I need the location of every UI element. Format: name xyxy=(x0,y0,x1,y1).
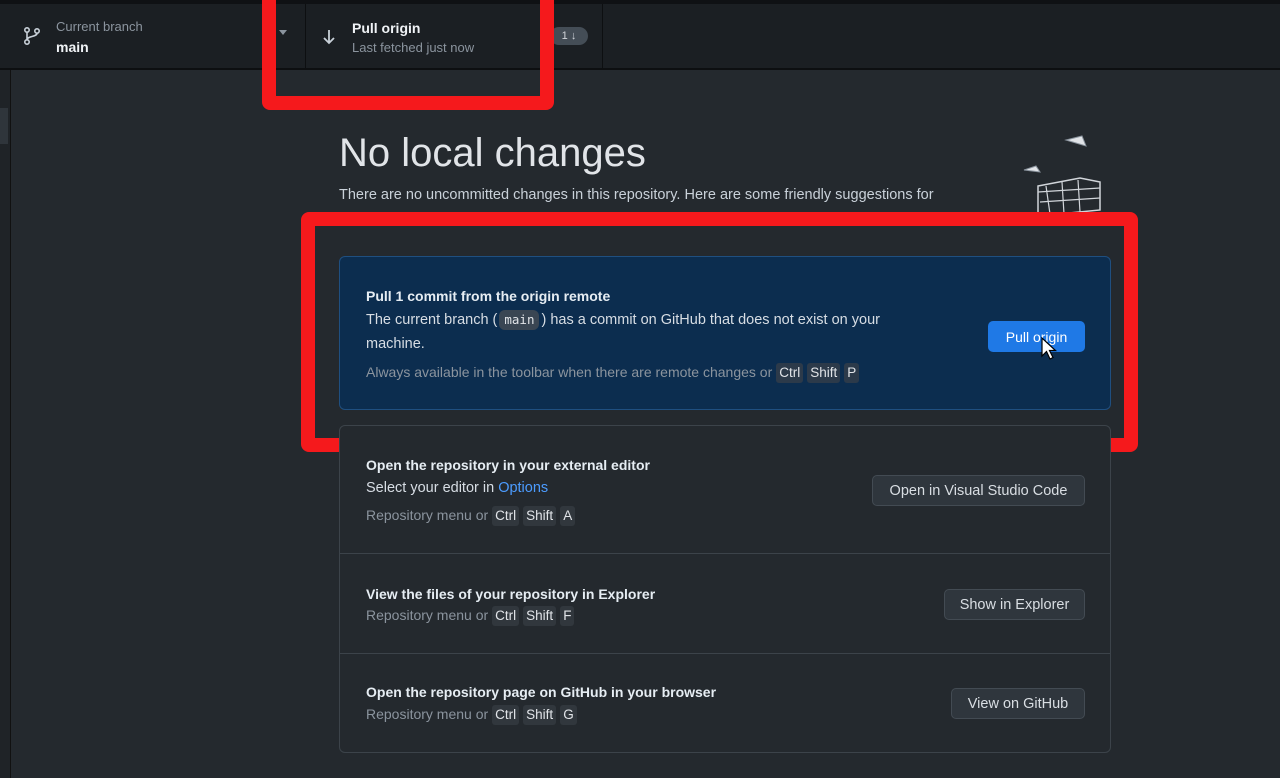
list-item: Open the repository in your external edi… xyxy=(340,426,1110,554)
pull-origin-button[interactable]: Pull origin xyxy=(988,321,1085,352)
open-in-editor-button[interactable]: Open in Visual Studio Code xyxy=(872,475,1085,506)
shortcut-key: P xyxy=(844,363,860,383)
action-title: Open the repository in your external edi… xyxy=(366,457,650,473)
hint-text: Repository menu or xyxy=(366,507,489,523)
view-on-github-button[interactable]: View on GitHub xyxy=(951,688,1085,719)
pull-suggestion-panel: Pull 1 commit from the origin remote The… xyxy=(339,256,1111,410)
action-description: Select your editor in Options xyxy=(366,476,548,500)
sidebar-edge xyxy=(0,70,11,778)
branch-icon xyxy=(23,26,41,46)
shortcut-key: Ctrl xyxy=(492,705,520,725)
action-desc-prefix: Select your editor in xyxy=(366,480,495,496)
options-link[interactable]: Options xyxy=(498,480,548,496)
current-branch-button[interactable]: Current branch main xyxy=(0,4,306,68)
shortcut-key: Shift xyxy=(523,705,557,725)
pull-title: Pull origin xyxy=(352,20,421,36)
hint-text: Repository menu or xyxy=(366,607,489,623)
action-title: Open the repository page on GitHub in yo… xyxy=(366,684,717,700)
arrow-down-icon xyxy=(323,30,335,45)
page-subtitle: There are no uncommitted changes in this… xyxy=(339,187,934,203)
suggestions-list: Open the repository in your external edi… xyxy=(339,425,1111,753)
shortcut-key: Ctrl xyxy=(492,506,520,526)
commits-behind-badge: 1 ↓ xyxy=(550,27,588,45)
toolbar: Current branch main Pull origin Last fet… xyxy=(0,4,1280,70)
branch-code: main xyxy=(499,310,540,330)
last-fetched-text: Last fetched just now xyxy=(352,40,475,55)
shortcut-key: Shift xyxy=(523,506,557,526)
shortcut-key: F xyxy=(560,606,575,626)
pull-panel-hint: Always available in the toolbar when the… xyxy=(366,363,860,383)
shortcut-key: Shift xyxy=(523,606,557,626)
cursor-icon xyxy=(1041,336,1058,360)
pull-panel-text-before: The current branch ( xyxy=(366,312,498,328)
hint-text: Repository menu or xyxy=(366,706,489,722)
sidebar-tab[interactable] xyxy=(0,108,8,144)
list-item: View the files of your repository in Exp… xyxy=(340,554,1110,654)
action-hint: Repository menu or Ctrl Shift F xyxy=(366,606,575,626)
page-title: No local changes xyxy=(339,131,646,175)
show-in-explorer-button[interactable]: Show in Explorer xyxy=(944,589,1085,620)
shortcut-key: Ctrl xyxy=(776,363,804,383)
shortcut-key: A xyxy=(560,506,576,526)
shortcut-key: Ctrl xyxy=(492,606,520,626)
action-title: View the files of your repository in Exp… xyxy=(366,586,656,602)
list-item: Open the repository page on GitHub in yo… xyxy=(340,654,1110,752)
pull-panel-title: Pull 1 commit from the origin remote xyxy=(366,288,611,304)
pull-hint-text: Always available in the toolbar when the… xyxy=(366,364,773,380)
branch-label: Current branch xyxy=(56,19,143,34)
action-hint: Repository menu or Ctrl Shift A xyxy=(366,506,576,526)
branch-name: main xyxy=(56,39,89,55)
chevron-down-icon xyxy=(279,30,287,35)
shortcut-key: G xyxy=(560,705,577,725)
action-hint: Repository menu or Ctrl Shift G xyxy=(366,705,577,725)
shortcut-key: Shift xyxy=(807,363,841,383)
pull-panel-description: The current branch (main) has a commit o… xyxy=(366,308,936,356)
illustration-icon xyxy=(1023,135,1101,217)
